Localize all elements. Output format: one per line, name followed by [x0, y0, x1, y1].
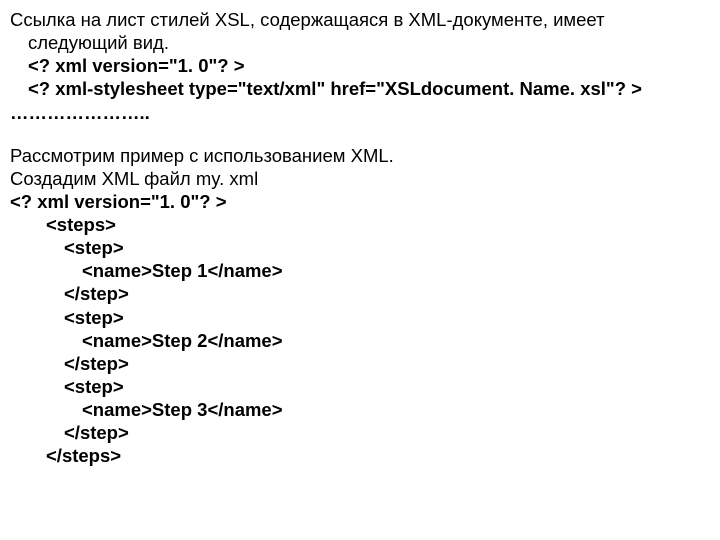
p2-line2: Создадим XML файл my. xml — [10, 167, 710, 190]
p2-step2-name: <name>Step 2</name> — [10, 329, 710, 352]
p2-line3-code: <? xml version="1. 0"? > — [10, 190, 710, 213]
p2-steps-close: </steps> — [10, 444, 710, 467]
p2-step3-name: <name>Step 3</name> — [10, 398, 710, 421]
p2-step1-open: <step> — [10, 236, 710, 259]
p1-line1: Ссылка на лист стилей XSL, содержащаяся … — [10, 8, 710, 31]
p1-line2: следующий вид. — [10, 31, 710, 54]
p2-line1: Рассмотрим пример с использованием XML. — [10, 144, 710, 167]
p1-line4-code: <? xml-stylesheet type="text/xml" href="… — [10, 77, 710, 100]
paragraph-2: Рассмотрим пример с использованием XML. … — [10, 144, 710, 468]
p2-step3-open: <step> — [10, 375, 710, 398]
p2-step3-close: </step> — [10, 421, 710, 444]
p2-step2-close: </step> — [10, 352, 710, 375]
p2-step2-open: <step> — [10, 306, 710, 329]
p2-step1-close: </step> — [10, 282, 710, 305]
p1-line5-dots: ………………….. — [10, 101, 710, 124]
p2-step1-name: <name>Step 1</name> — [10, 259, 710, 282]
p1-line3-code: <? xml version="1. 0"? > — [10, 54, 710, 77]
paragraph-1: Ссылка на лист стилей XSL, содержащаяся … — [10, 8, 710, 124]
p2-steps-open: <steps> — [10, 213, 710, 236]
